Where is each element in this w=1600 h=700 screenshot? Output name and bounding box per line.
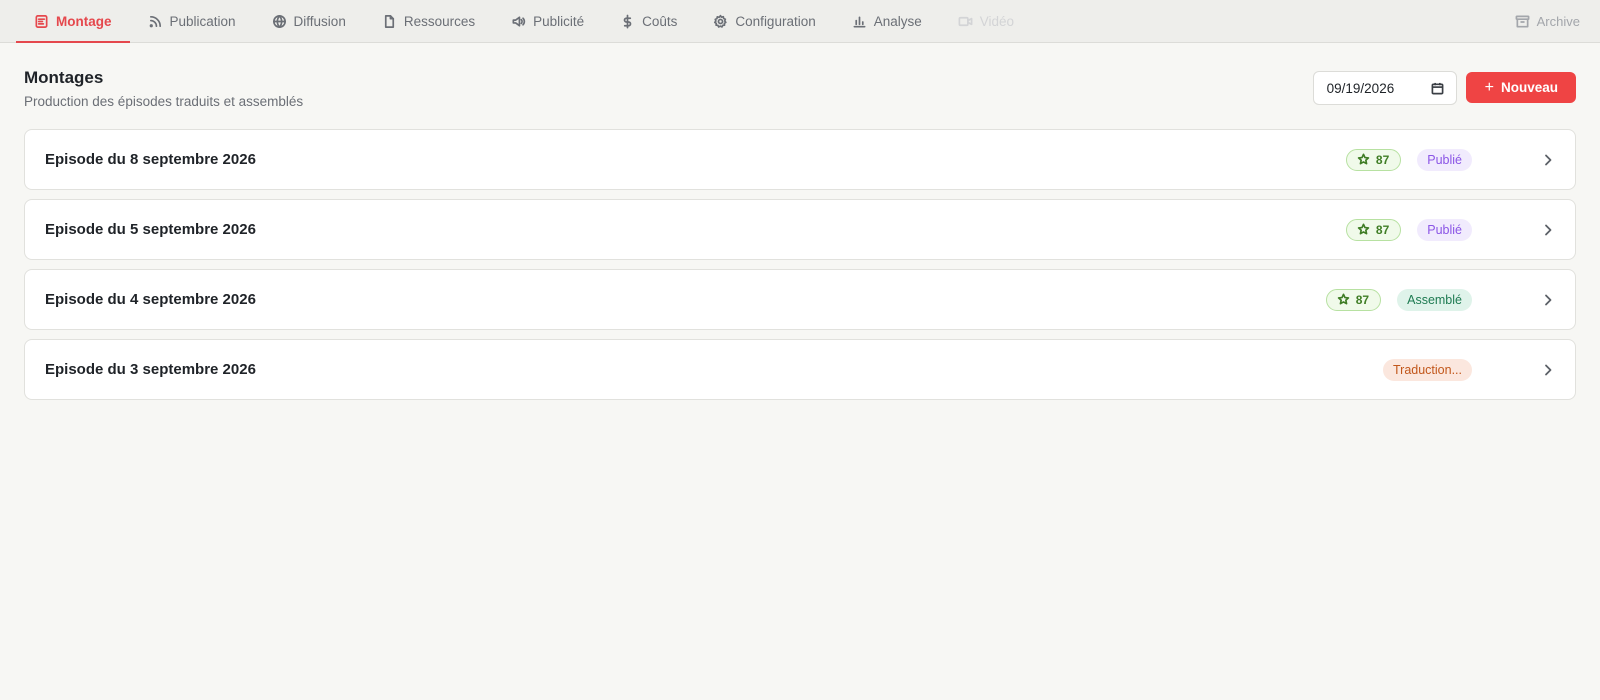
tab-label: Diffusion [293, 13, 346, 29]
tab-video: Vidéo [940, 0, 1032, 42]
episode-list: Episode du 8 septembre 2026 87 Publié Ep… [0, 109, 1600, 400]
status-badge: Publié [1417, 148, 1472, 171]
tab-label: Publicité [533, 13, 585, 29]
star-icon [1337, 293, 1350, 305]
episode-title: Episode du 4 septembre 2026 [45, 291, 256, 308]
score-badge: 87 [1325, 288, 1382, 311]
tab-label: Montage [56, 13, 112, 29]
star-icon [1357, 223, 1370, 235]
tab-montage[interactable]: Montage [16, 0, 130, 43]
episode-title: Episode du 3 septembre 2026 [45, 361, 256, 378]
chevron-right-icon [1541, 153, 1555, 167]
episode-row[interactable]: Episode du 5 septembre 2026 87 Publié [24, 199, 1576, 260]
chevron-right-icon [1541, 223, 1555, 237]
tab-analyse[interactable]: Analyse [834, 0, 940, 42]
tab-label: Vidéo [979, 13, 1015, 29]
score-value: 87 [1355, 292, 1370, 307]
status-badge: Assemblé [1397, 288, 1472, 311]
tab-couts[interactable]: Coûts [602, 0, 695, 42]
episode-badges: 87 Assemblé [1325, 288, 1472, 311]
globe-icon [272, 14, 286, 28]
tab-publication[interactable]: Publication [130, 0, 254, 42]
chevron-right-icon [1541, 363, 1555, 377]
video-icon [958, 16, 973, 26]
megaphone-icon [512, 15, 526, 27]
plus-icon: + [1484, 78, 1494, 96]
tab-configuration[interactable]: Configuration [695, 0, 833, 42]
top-tab-bar: Montage Publication Diffusion Ressources… [0, 0, 1600, 43]
tab-label: Ressources [403, 13, 476, 29]
new-button-label: Nouveau [1500, 80, 1558, 95]
rss-icon [149, 15, 161, 27]
file-icon [384, 14, 394, 28]
chevron-right-icon [1541, 293, 1555, 307]
tab-diffusion[interactable]: Diffusion [254, 0, 364, 42]
date-value: 09/19/2026 [1326, 80, 1395, 96]
tab-label: Publication [169, 13, 236, 29]
gear-icon [714, 14, 728, 28]
tab-label: Configuration [735, 13, 816, 29]
header-actions: 09/19/2026 + Nouveau [1312, 71, 1576, 105]
episode-title: Episode du 8 septembre 2026 [45, 151, 256, 168]
archive-icon [1515, 15, 1530, 27]
tab-publicite[interactable]: Publicité [493, 0, 602, 42]
tab-label: Archive [1536, 13, 1580, 29]
tab-label: Analyse [873, 13, 922, 29]
tab-label: Coûts [642, 13, 678, 29]
episode-title: Episode du 5 septembre 2026 [45, 221, 256, 238]
star-icon [1357, 153, 1370, 165]
status-badge: Publié [1417, 218, 1472, 241]
episode-row[interactable]: Episode du 3 septembre 2026 Traduction..… [24, 339, 1576, 400]
episode-badges: Traduction... [1382, 358, 1472, 381]
episode-row[interactable]: Episode du 8 septembre 2026 87 Publié [24, 129, 1576, 190]
page-heading: Montages Production des épisodes traduit… [24, 68, 303, 109]
page-header: Montages Production des épisodes traduit… [0, 43, 1600, 109]
episode-badges: 87 Publié [1345, 218, 1472, 241]
status-badge: Traduction... [1382, 358, 1472, 381]
episode-row[interactable]: Episode du 4 septembre 2026 87 Assemblé [24, 269, 1576, 330]
bar-chart-icon [853, 15, 866, 27]
date-picker-input[interactable]: 09/19/2026 [1312, 71, 1457, 105]
page-subtitle: Production des épisodes traduits et asse… [24, 94, 304, 109]
page-title: Montages [24, 68, 104, 87]
score-badge: 87 [1345, 218, 1402, 241]
episode-badges: 87 Publié [1345, 148, 1472, 171]
tab-ressources[interactable]: Ressources [364, 0, 493, 42]
score-value: 87 [1375, 222, 1390, 237]
dollar-icon [623, 14, 632, 28]
tab-archive[interactable]: Archive [1515, 0, 1580, 42]
score-value: 87 [1375, 152, 1390, 167]
document-list-icon [35, 14, 48, 28]
new-montage-button[interactable]: + Nouveau [1465, 72, 1576, 103]
score-badge: 87 [1345, 148, 1402, 171]
calendar-icon[interactable] [1431, 82, 1444, 95]
